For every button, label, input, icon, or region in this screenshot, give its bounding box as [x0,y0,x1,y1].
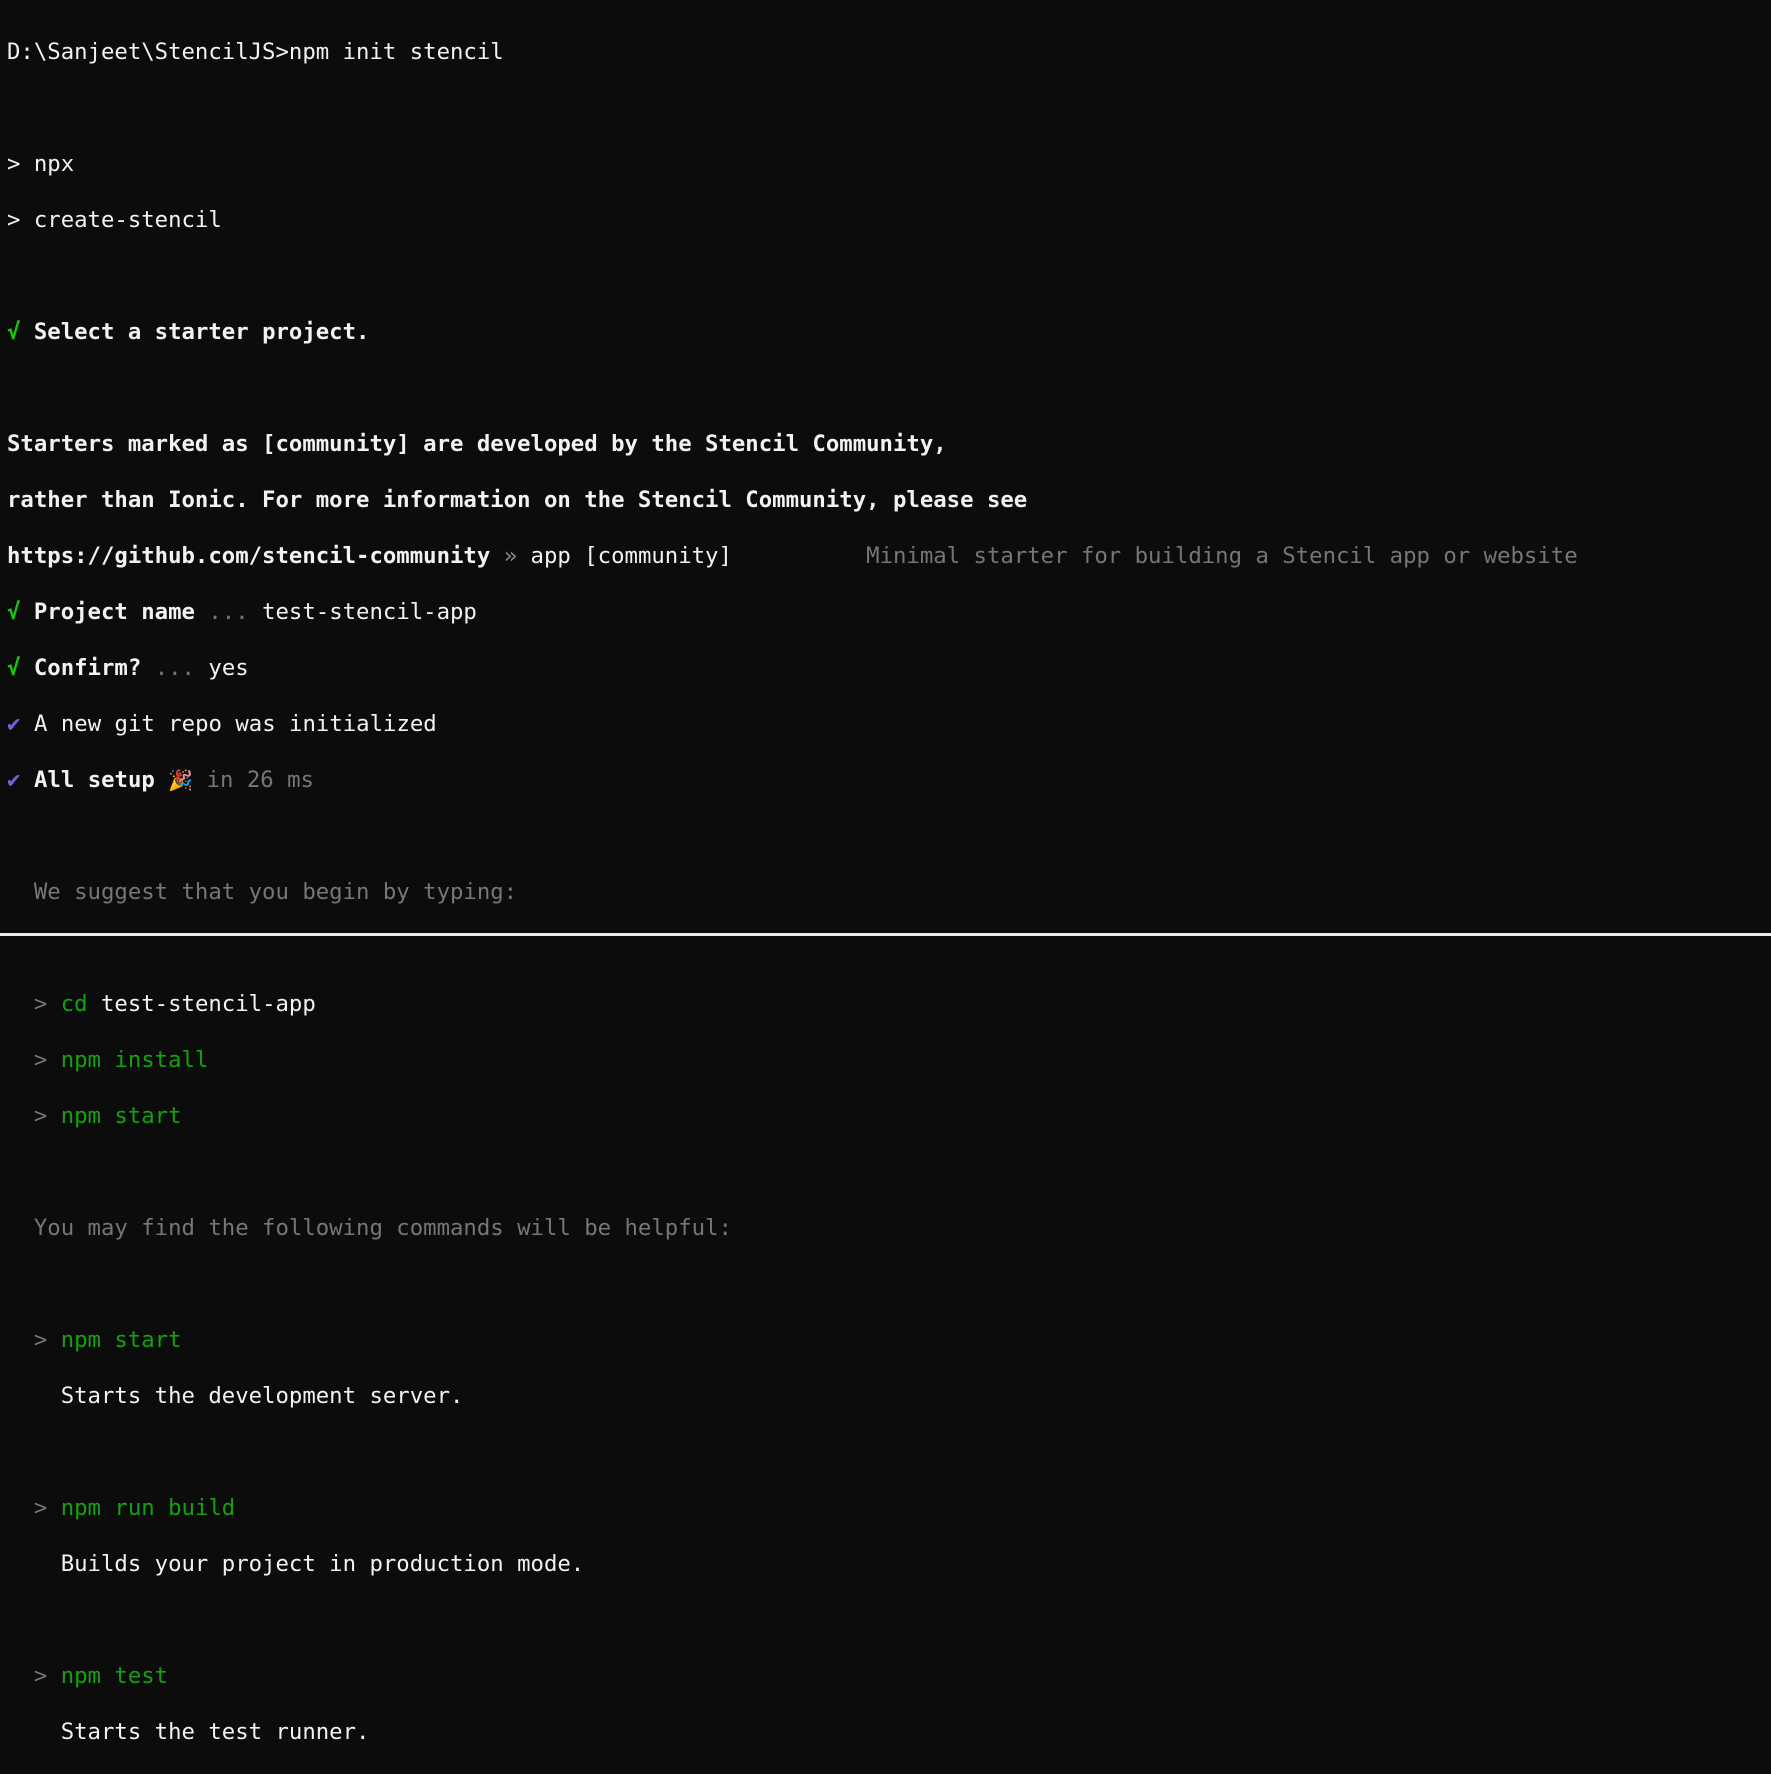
heavy-check-icon: ✔ [7,767,21,793]
party-popper-icon: 🎉 [168,768,194,792]
terminal-window[interactable]: D:\Sanjeet\StencilJS>npm init stencil > … [0,0,1771,1745]
info-line-2: rather than Ionic. For more information … [7,487,1028,513]
prompt-line: D:\Sanjeet\StencilJS>npm init stencil [7,38,1771,66]
helpful-heading: You may find the following commands will… [7,1215,732,1241]
community-link[interactable]: https://github.com/stencil-community [7,543,490,569]
helpful-cmd-test: > npm test [7,1663,169,1689]
helpful-cmd-start: > npm start [7,1327,182,1353]
info-line-3: https://github.com/stencil-community » a… [7,543,1578,569]
helpful-desc-test: Starts the test runner. [7,1719,370,1745]
prompt-path: D:\Sanjeet\StencilJS> [7,39,289,65]
select-starter-line: √ Select a starter project. [7,319,370,345]
confirm-line: √ Confirm? ... yes [7,655,249,681]
suggest-cmd-start: > npm start [7,1103,182,1129]
heavy-check-icon: ✔ [7,711,21,737]
git-init-line: ✔ A new git repo was initialized [7,711,437,737]
starter-choice: app [community] [530,543,732,569]
all-setup-line: ✔ All setup 🎉 in 26 ms [7,767,314,793]
starter-description: Minimal starter for building a Stencil a… [866,543,1578,569]
prompt-command: npm init stencil [288,39,504,65]
create-stencil-line: > create-stencil [7,207,222,233]
helpful-desc-build: Builds your project in production mode. [7,1551,585,1577]
project-name-value: test-stencil-app [262,599,477,625]
suggest-cmd-install: > npm install [7,1047,209,1073]
suggest-cmd-cd: > cd test-stencil-app [7,991,316,1017]
helpful-desc-start: Starts the development server. [7,1383,464,1409]
project-name-line: √ Project name ... test-stencil-app [7,599,477,625]
suggest-heading: We suggest that you begin by typing: [7,879,518,905]
helpful-cmd-build: > npm run build [7,1495,236,1521]
check-icon: √ [7,655,21,681]
check-icon: √ [7,599,21,625]
confirm-value: yes [208,655,249,681]
check-icon: √ [7,319,21,345]
setup-time: in 26 ms [193,767,314,793]
info-line-1: Starters marked as [community] are devel… [7,431,947,457]
npx-line: > npx [7,151,75,177]
